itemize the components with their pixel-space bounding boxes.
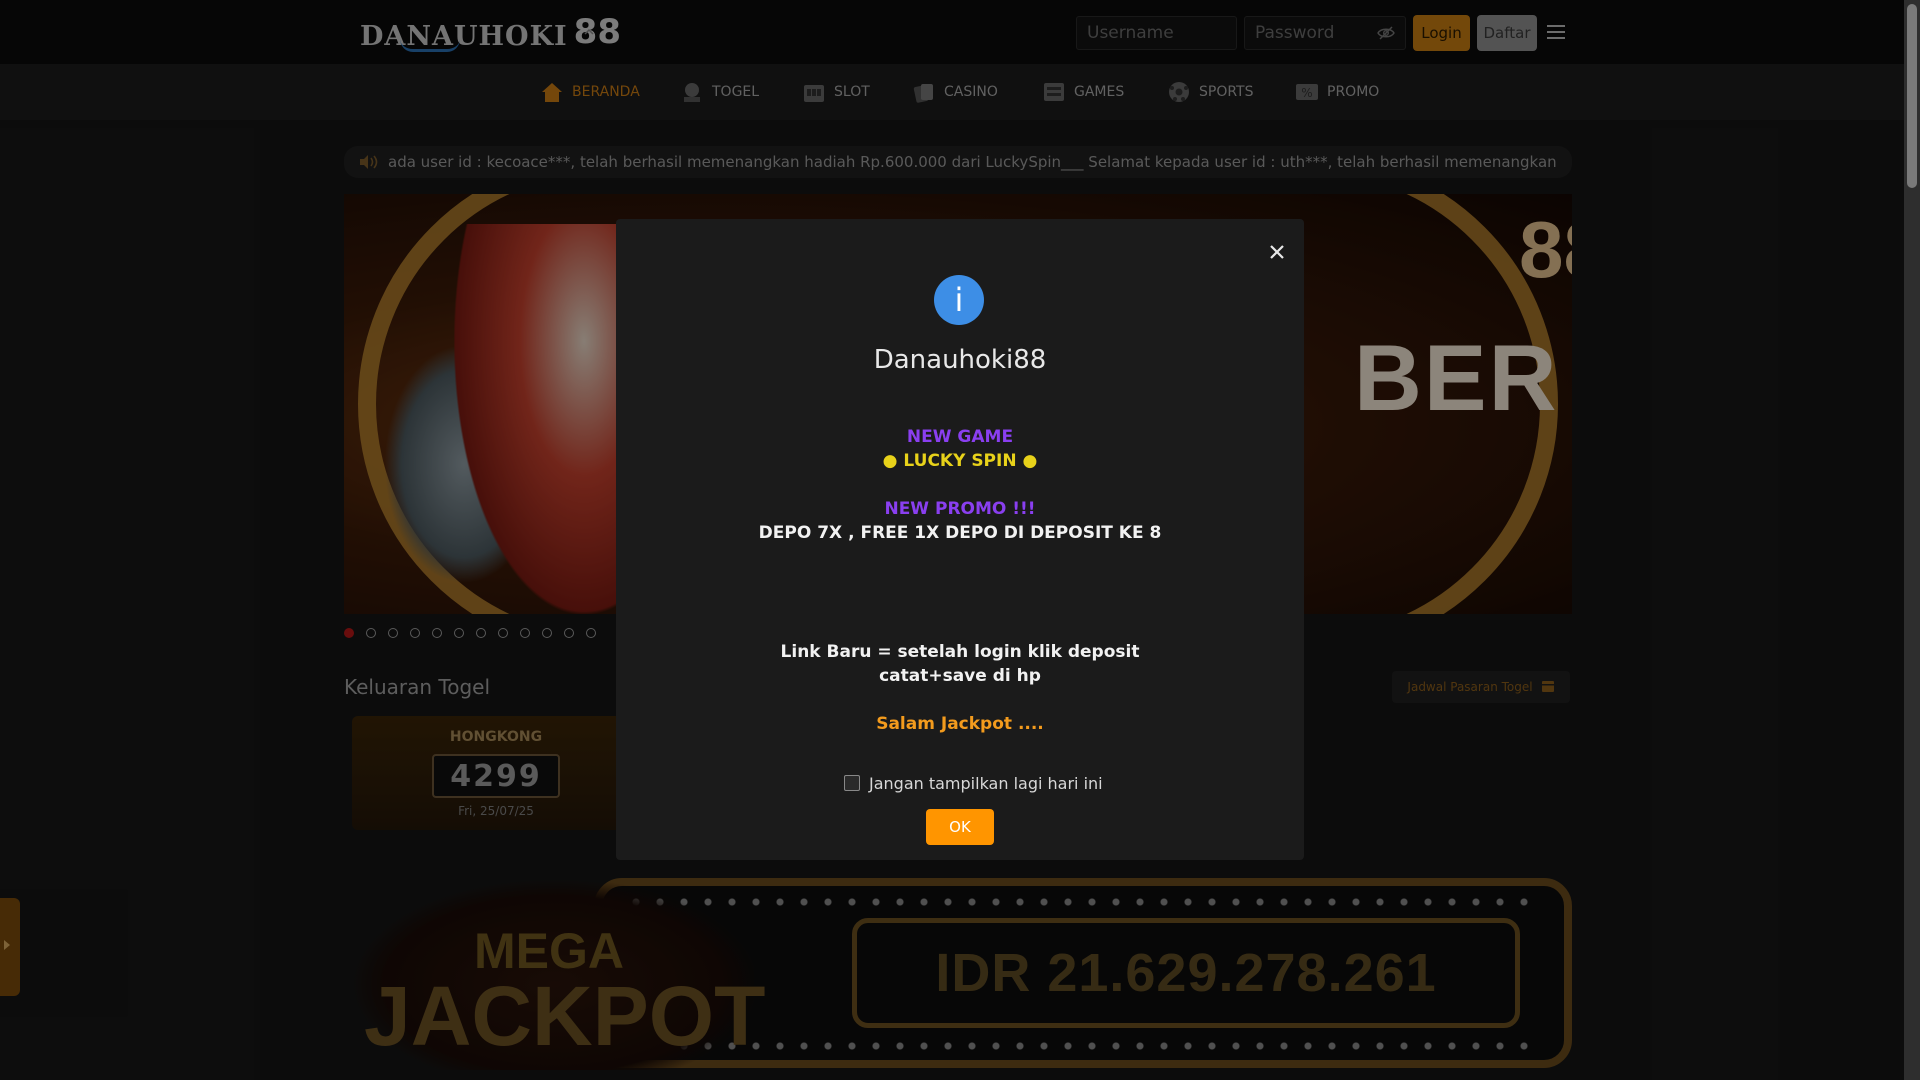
- page-scrollbar[interactable]: [1904, 0, 1920, 1080]
- dont-show-again-checkbox[interactable]: [844, 775, 860, 791]
- link-info-line-1: Link Baru = setelah login klik deposit: [780, 642, 1140, 662]
- info-icon: i: [934, 275, 984, 325]
- ok-button[interactable]: OK: [926, 809, 994, 845]
- dont-show-again-row[interactable]: Jangan tampilkan lagi hari ini: [844, 773, 1103, 793]
- info-modal: i Danauhoki88 NEW GAME ● LUCKY SPIN ● NE…: [616, 219, 1304, 860]
- close-icon[interactable]: [1266, 241, 1288, 263]
- scrollbar-thumb[interactable]: [1907, 4, 1917, 188]
- checkbox-label: Jangan tampilkan lagi hari ini: [869, 773, 1103, 793]
- new-game-heading: NEW GAME: [906, 427, 1014, 447]
- modal-title: Danauhoki88: [873, 345, 1047, 375]
- new-promo-heading: NEW PROMO !!!: [884, 499, 1036, 519]
- salam-jackpot-text: Salam Jackpot ....: [876, 714, 1044, 734]
- lucky-spin-text: ● LUCKY SPIN ●: [882, 451, 1038, 471]
- link-info-line-2: catat+save di hp: [879, 666, 1041, 686]
- promo-detail-text: DEPO 7X , FREE 1X DEPO DI DEPOSIT KE 8: [758, 523, 1162, 543]
